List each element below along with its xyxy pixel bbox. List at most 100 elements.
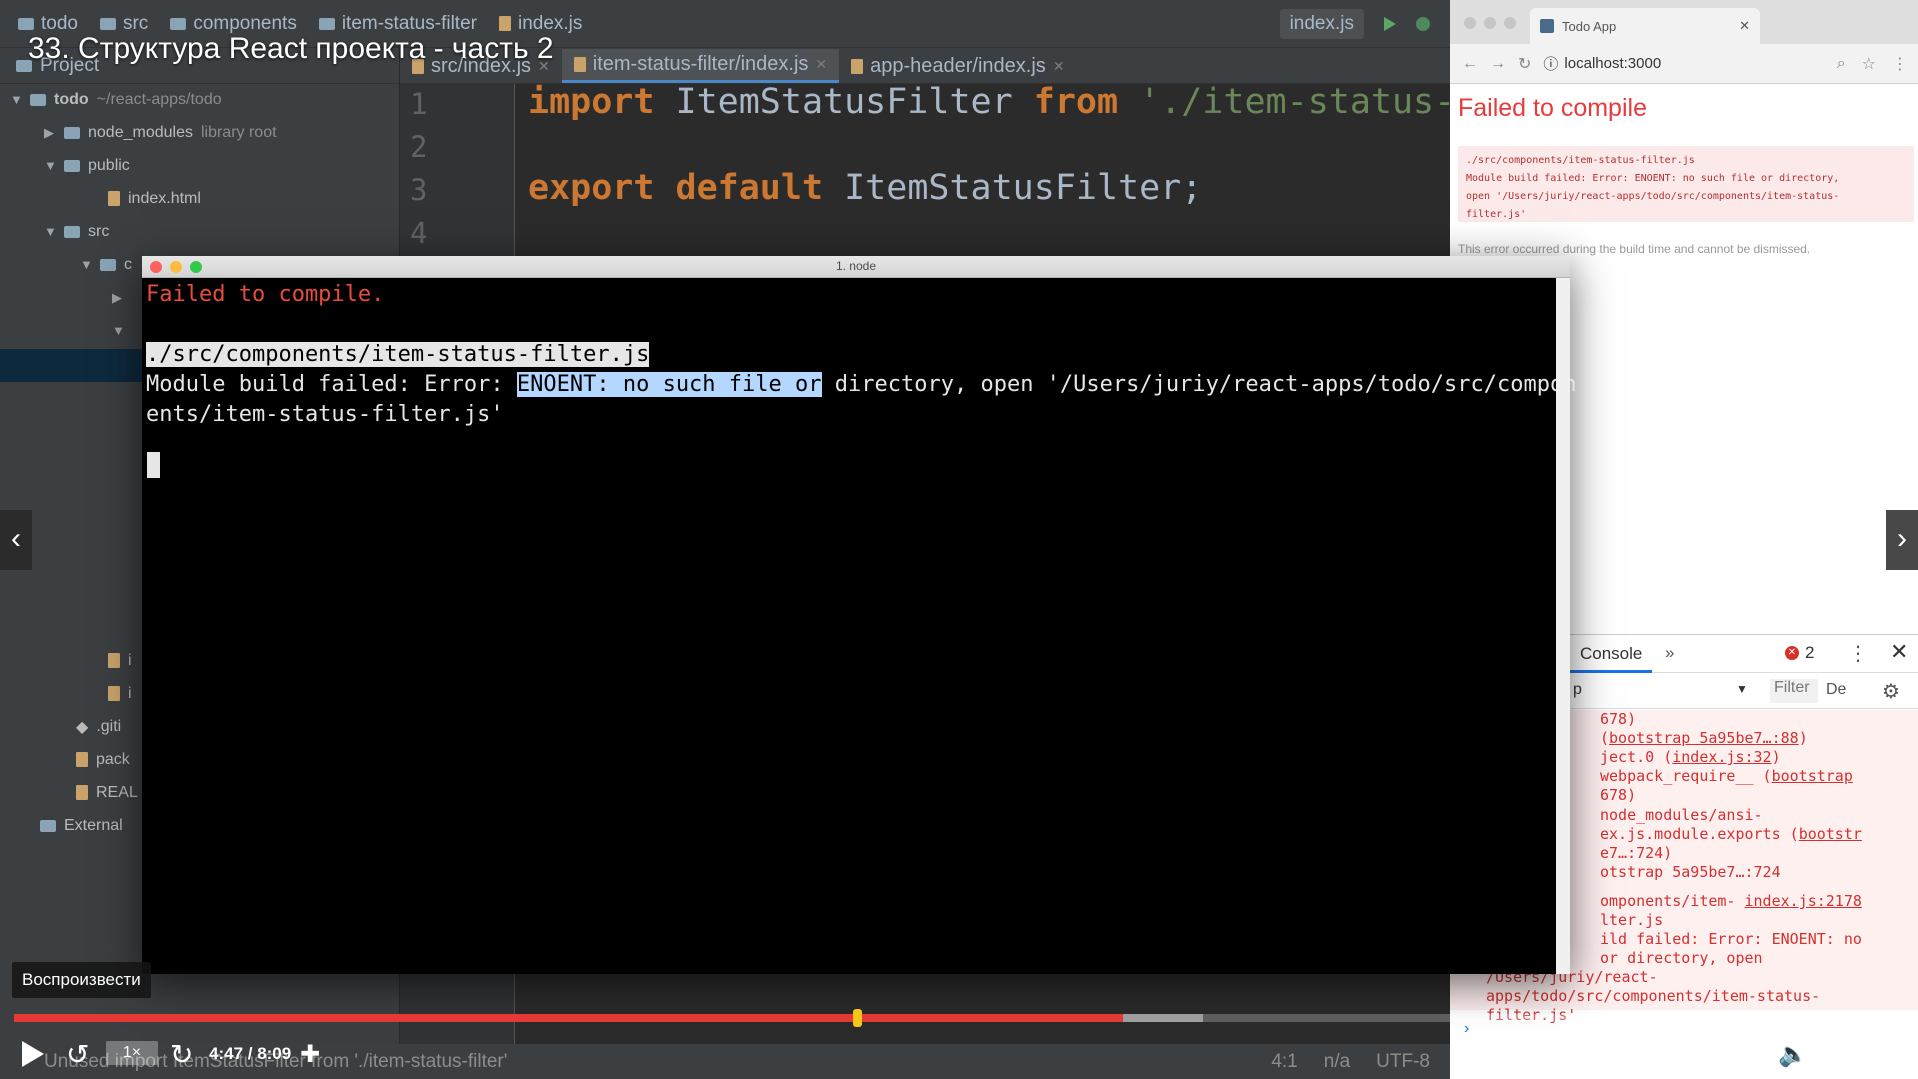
log-line: ild failed: Error: ENOENT: no xyxy=(1600,930,1862,948)
progress-thumb[interactable] xyxy=(853,1009,863,1027)
line-number: 2 xyxy=(410,130,428,164)
volume-icon[interactable]: 🔈 xyxy=(1778,1034,1808,1074)
play-button[interactable] xyxy=(22,1034,44,1074)
browser-tab-title: Todo App xyxy=(1562,18,1617,34)
log-line: lter.js xyxy=(1600,911,1664,929)
error-icon: ✕ xyxy=(1785,646,1799,660)
tree-item-label: External xyxy=(64,816,123,834)
more-tabs-icon[interactable]: » xyxy=(1665,643,1674,663)
tree-item-label: i xyxy=(128,651,132,669)
log-line: webpack_require__ (bootstrap xyxy=(1600,767,1853,785)
close-icon[interactable]: ✕ xyxy=(1890,639,1908,665)
source-link[interactable]: bootstrap xyxy=(1772,767,1853,785)
string-literal: './item-status- xyxy=(1139,82,1456,122)
terminal-title-bar: 1. node xyxy=(142,256,1570,278)
log-line: (bootstrap 5a95be7…:88) xyxy=(1600,729,1808,747)
tree-item-gitignore[interactable]: ◆ .giti xyxy=(76,710,121,743)
source-link[interactable]: index.js:2178 xyxy=(1745,892,1862,910)
reload-icon[interactable]: ↻ xyxy=(1518,54,1531,74)
dropdown-arrow-icon[interactable]: ▼ xyxy=(1736,682,1748,696)
tree-item-readme[interactable]: REAL xyxy=(76,776,138,809)
chevron-down-icon[interactable]: ▼ xyxy=(80,257,93,272)
tree-item-path: ~/react-apps/todo xyxy=(96,90,222,108)
code-line-3[interactable]: export default ItemStatusFilter; xyxy=(528,168,1202,208)
chevron-down-icon[interactable]: ▼ xyxy=(112,323,125,338)
close-icon[interactable]: ✕ xyxy=(815,56,827,73)
terminal-scrollbar[interactable] xyxy=(1556,278,1570,974)
js-file-icon xyxy=(108,686,120,701)
tree-item-index-html[interactable]: index.html xyxy=(108,182,201,215)
code-line-1[interactable]: import ItemStatusFilter from './item-sta… xyxy=(528,82,1455,122)
log-line: or directory, open xyxy=(1600,949,1763,967)
address-bar[interactable]: ⓘ localhost:3000 xyxy=(1543,53,1661,74)
error-count-badge[interactable]: ✕ 2 xyxy=(1785,643,1814,663)
playback-speed-button[interactable]: 1× xyxy=(106,1041,158,1065)
tree-item-label: REAL xyxy=(96,783,138,801)
folder-icon xyxy=(99,17,116,30)
chevron-down-icon[interactable]: ▼ xyxy=(44,224,57,239)
filter-input[interactable]: Filter xyxy=(1770,679,1818,703)
tree-item-package[interactable]: pack xyxy=(76,743,130,776)
js-file-icon xyxy=(851,58,864,74)
star-icon[interactable]: ☆ xyxy=(1862,54,1876,74)
close-icon[interactable]: ✕ xyxy=(1739,18,1750,34)
log-text: ( xyxy=(1600,729,1610,747)
terminal-output[interactable]: Failed to compile. ./src/components/item… xyxy=(142,278,1577,974)
chevron-right-icon[interactable]: ▶ xyxy=(112,290,124,306)
tab-console[interactable]: Console xyxy=(1570,635,1653,673)
zoom-icon[interactable]: ⌕ xyxy=(1837,55,1846,73)
tree-item-root[interactable]: ▼ todo ~/react-apps/todo xyxy=(10,83,222,116)
gear-icon[interactable]: ⚙ xyxy=(1822,1034,1844,1074)
fullscreen-icon[interactable]: ⤢ xyxy=(1870,1034,1889,1074)
url-text: localhost:3000 xyxy=(1564,55,1662,72)
tab-app-header-index[interactable]: app-header/index.js ✕ xyxy=(839,49,1076,83)
previous-arrow-icon[interactable]: ‹ xyxy=(0,510,32,570)
bookmark-icon[interactable]: ✚ xyxy=(300,1034,320,1074)
chevron-down-icon[interactable]: ▼ xyxy=(44,158,57,173)
tree-item-file[interactable]: i xyxy=(108,644,132,677)
tree-item-src[interactable]: ▼ src xyxy=(44,215,109,248)
close-icon[interactable]: ✕ xyxy=(1053,58,1065,75)
chevron-down-icon[interactable]: ▼ xyxy=(10,92,23,107)
video-progress-bar[interactable] xyxy=(14,1009,1904,1027)
browser-tab[interactable]: Todo App ✕ xyxy=(1530,8,1760,44)
source-link[interactable]: bootstr xyxy=(1799,825,1862,843)
log-text: ) xyxy=(1798,729,1808,747)
js-file-icon xyxy=(108,653,120,668)
kebab-menu-icon[interactable]: ⋮ xyxy=(1848,641,1868,666)
window-minimize-icon[interactable] xyxy=(1484,17,1496,29)
run-config-select[interactable]: index.js xyxy=(1279,8,1364,39)
forward-icon[interactable]: → xyxy=(1490,55,1506,73)
folder-icon xyxy=(64,126,80,139)
tree-item-collapsed-folder[interactable]: ▶ xyxy=(112,281,124,314)
window-close-icon[interactable] xyxy=(1464,17,1476,29)
rewind-icon[interactable]: ↺ xyxy=(66,1034,89,1074)
gear-icon[interactable]: ⚙ xyxy=(1882,679,1900,704)
source-link[interactable]: index.js:32 xyxy=(1672,748,1771,766)
menu-icon[interactable]: ⋮ xyxy=(1892,54,1908,74)
forward-icon[interactable]: ↻ xyxy=(170,1034,193,1074)
tab-item-status-filter-index[interactable]: item-status-filter/index.js ✕ xyxy=(561,49,840,83)
debug-icon[interactable] xyxy=(1416,16,1430,31)
error-note: This error occurred during the build tim… xyxy=(1458,242,1811,256)
tree-item-components[interactable]: ▼ c xyxy=(80,248,132,281)
tree-item-label: pack xyxy=(96,750,130,768)
back-icon[interactable]: ← xyxy=(1462,55,1478,73)
chevron-right-icon[interactable]: ▶ xyxy=(44,125,56,141)
next-arrow-icon[interactable]: › xyxy=(1886,510,1918,570)
run-icon[interactable] xyxy=(1384,16,1396,31)
log-levels-select[interactable]: De xyxy=(1826,681,1846,699)
tree-item-external-libraries[interactable]: External xyxy=(40,809,123,842)
context-select[interactable]: p xyxy=(1573,681,1582,699)
tree-item-label: .giti xyxy=(96,717,122,735)
tab-label: app-header/index.js xyxy=(870,54,1046,77)
folder-icon xyxy=(318,17,335,30)
window-zoom-icon[interactable] xyxy=(1504,17,1516,29)
tree-item-file[interactable]: i xyxy=(108,677,132,710)
terminal-line: ents/item-status-filter.js' xyxy=(146,402,504,427)
source-link[interactable]: bootstrap 5a95be7…:88 xyxy=(1609,729,1799,747)
tree-item-expanded-folder[interactable]: ▼ xyxy=(112,314,125,347)
log-text: ject.0 ( xyxy=(1600,748,1673,766)
tree-item-node-modules[interactable]: ▶ node_modules library root xyxy=(44,116,277,149)
tree-item-public[interactable]: ▼ public xyxy=(44,149,130,182)
